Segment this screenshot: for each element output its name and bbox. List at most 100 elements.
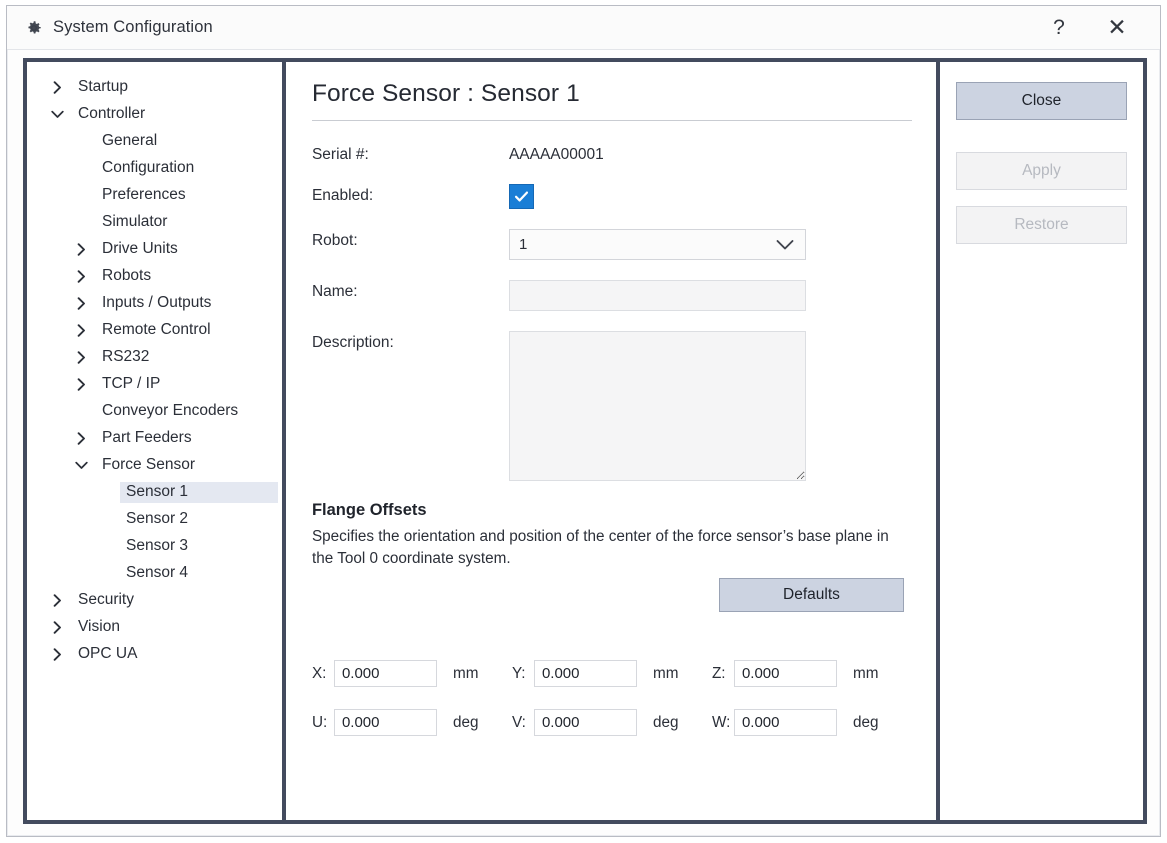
sidebar-item-conveyor-encoders[interactable]: Conveyor Encoders <box>27 398 282 425</box>
flange-offsets-grid: X: 0.000 mm Y: 0.000 mm Z: 0.000 mm U: 0.000 deg V: 0… <box>311 660 912 737</box>
sidebar-item-robots[interactable]: Robots <box>27 263 282 290</box>
sidebar-item-simulator[interactable]: Simulator <box>27 209 282 236</box>
flange-offset-unit: mm <box>852 664 879 682</box>
sidebar-item-vision[interactable]: Vision <box>27 614 282 641</box>
screenshot-root: System Configuration ? ✕ Startup Controll… <box>0 0 1167 843</box>
check-icon <box>514 191 528 202</box>
sidebar-item-controller[interactable]: Controller <box>27 101 282 128</box>
flange-offset-input[interactable]: 0.000 <box>733 660 837 688</box>
chevron-right-icon[interactable] <box>49 81 65 94</box>
help-button[interactable]: ? <box>1030 6 1088 49</box>
flange-offset-cell: U: 0.000 deg <box>311 709 512 737</box>
robot-row: Robot: 1 <box>312 229 912 260</box>
chevron-right-icon[interactable] <box>73 270 89 283</box>
sidebar-item-drive-units[interactable]: Drive Units <box>27 236 282 263</box>
flange-offset-label: Y: <box>511 664 526 682</box>
sidebar-item-startup[interactable]: Startup <box>27 74 282 101</box>
flange-offset-cell: Y: 0.000 mm <box>511 660 712 688</box>
sidebar-item-label: Simulator <box>102 213 168 230</box>
defaults-button-row: Defaults <box>312 578 912 613</box>
sidebar-item-part-feeders[interactable]: Part Feeders <box>27 425 282 452</box>
sidebar-item-sensor-1[interactable]: Sensor 1 <box>27 479 282 506</box>
flange-offset-input[interactable]: 0.000 <box>733 709 837 737</box>
flange-offset-label: U: <box>311 713 328 731</box>
sidebar-item-general[interactable]: General <box>27 128 282 155</box>
serial-row: Serial #: AAAAA00001 <box>312 143 912 164</box>
sidebar-item-sensor-4[interactable]: Sensor 4 <box>27 560 282 587</box>
chevron-right-icon[interactable] <box>73 297 89 310</box>
sidebar-item-configuration[interactable]: Configuration <box>27 155 282 182</box>
flange-offset-unit: deg <box>652 713 679 731</box>
sidebar-item-label: Preferences <box>102 186 186 203</box>
enabled-checkbox[interactable] <box>508 184 534 209</box>
sidebar-item-remote-control[interactable]: Remote Control <box>27 317 282 344</box>
sidebar-item-opc-ua[interactable]: OPC UA <box>27 641 282 668</box>
sidebar-item-label: Startup <box>78 78 128 95</box>
chevron-right-icon[interactable] <box>73 324 89 337</box>
description-row: Description: <box>312 331 912 481</box>
window-title: System Configuration <box>53 18 213 36</box>
chevron-down-icon <box>776 239 794 250</box>
sidebar-item-label: Security <box>78 591 134 608</box>
flange-offset-row: U: 0.000 deg V: 0.000 deg W: 0.000 deg <box>311 709 912 737</box>
sidebar-item-label: Configuration <box>102 159 195 176</box>
chevron-right-icon[interactable] <box>49 594 65 607</box>
sidebar-item-label: General <box>102 132 158 149</box>
robot-select[interactable]: 1 <box>508 229 806 260</box>
restore-button: Restore <box>955 206 1127 244</box>
robot-select-value: 1 <box>518 236 528 253</box>
chevron-down-icon[interactable] <box>49 110 65 119</box>
chevron-down-icon[interactable] <box>73 461 89 470</box>
title-bar: System Configuration ? ✕ <box>7 6 1160 50</box>
sidebar-item-label: TCP / IP <box>102 375 161 392</box>
chevron-right-icon[interactable] <box>73 378 89 391</box>
title-bar-controls: ? ✕ <box>1030 6 1160 49</box>
navigation-sidebar: Startup Controller General Configuration Pre… <box>27 62 282 820</box>
chevron-right-icon[interactable] <box>49 648 65 661</box>
sidebar-item-label: Remote Control <box>102 321 211 338</box>
settings-tree: Startup Controller General Configuration Pre… <box>27 62 282 668</box>
name-label: Name: <box>311 283 358 300</box>
sidebar-item-security[interactable]: Security <box>27 587 282 614</box>
sidebar-item-sensor-3[interactable]: Sensor 3 <box>27 533 282 560</box>
flange-offset-cell: X: 0.000 mm <box>312 660 512 688</box>
sidebar-item-label: OPC UA <box>78 645 138 662</box>
chevron-right-icon[interactable] <box>73 432 89 445</box>
sidebar-item-rs232[interactable]: RS232 <box>27 344 282 371</box>
description-input[interactable] <box>508 331 806 481</box>
sidebar-item-force-sensor[interactable]: Force Sensor <box>27 452 282 479</box>
action-button-pane: Close Apply Restore <box>939 62 1143 820</box>
flange-offset-cell: V: 0.000 deg <box>512 709 712 737</box>
enabled-row: Enabled: <box>312 184 912 209</box>
flange-offset-unit: deg <box>852 713 879 731</box>
chevron-right-icon[interactable] <box>73 243 89 256</box>
sidebar-item-label: Sensor 2 <box>126 510 189 527</box>
flange-offset-unit: deg <box>452 713 479 731</box>
serial-value: AAAAA00001 <box>508 146 604 163</box>
sidebar-item-tcp-ip[interactable]: TCP / IP <box>27 371 282 398</box>
sidebar-item-preferences[interactable]: Preferences <box>27 182 282 209</box>
chevron-right-icon[interactable] <box>73 351 89 364</box>
name-row: Name: <box>312 280 912 311</box>
sidebar-item-label: Sensor 3 <box>126 537 189 554</box>
sidebar-item-inputs-outputs[interactable]: Inputs / Outputs <box>27 290 282 317</box>
sidebar-item-sensor-2[interactable]: Sensor 2 <box>27 506 282 533</box>
enabled-label: Enabled: <box>311 187 374 204</box>
name-input[interactable] <box>508 280 806 311</box>
description-label: Description: <box>311 334 394 351</box>
defaults-button[interactable]: Defaults <box>718 578 904 613</box>
close-icon[interactable]: ✕ <box>1088 6 1146 49</box>
flange-offset-input[interactable]: 0.000 <box>333 660 437 688</box>
flange-offset-label: W: <box>711 713 731 731</box>
flange-offset-input[interactable]: 0.000 <box>533 709 637 737</box>
page-title: Force Sensor : Sensor 1 <box>311 80 912 121</box>
sidebar-item-label: Conveyor Encoders <box>102 402 239 419</box>
flange-offsets-title: Flange Offsets <box>311 501 427 519</box>
robot-label: Robot: <box>311 232 358 249</box>
flange-offset-input[interactable]: 0.000 <box>333 709 437 737</box>
flange-offset-input[interactable]: 0.000 <box>533 660 637 688</box>
close-button[interactable]: Close <box>955 82 1127 120</box>
body-frame: Startup Controller General Configuration Pre… <box>23 58 1147 824</box>
chevron-right-icon[interactable] <box>49 621 65 634</box>
sidebar-item-label: Part Feeders <box>102 429 192 446</box>
